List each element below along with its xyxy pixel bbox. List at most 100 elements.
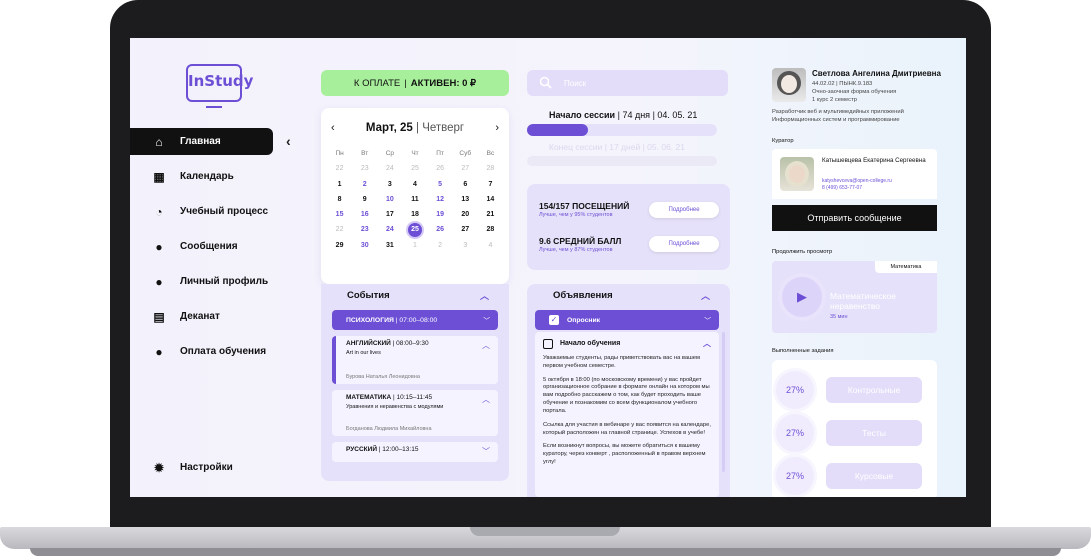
sidebar-item-label: Календарь: [180, 171, 234, 182]
announcements-header[interactable]: Объявления ︿: [527, 284, 730, 306]
calendar-day[interactable]: 24: [377, 222, 402, 237]
calendar-day[interactable]: 26: [428, 161, 453, 176]
chevron-up-icon[interactable]: ︿: [482, 394, 490, 405]
task-button[interactable]: Контрольные: [826, 377, 922, 403]
calendar-day[interactable]: 1: [327, 177, 352, 192]
chevron-up-icon[interactable]: ︿: [703, 338, 711, 349]
completed-tasks-card: 27% Контрольные 27% Тесты 27% Курсовые: [772, 360, 937, 497]
announcement-active[interactable]: ✓ Опросник ﹀: [535, 310, 719, 330]
calendar-day[interactable]: 14: [478, 192, 503, 207]
curator-phone[interactable]: 8 (499) 653-77-07: [822, 185, 892, 192]
calendar-day[interactable]: 25: [402, 222, 427, 238]
gpa-more-button[interactable]: Подробнее: [649, 236, 719, 252]
task-button[interactable]: Курсовые: [826, 463, 922, 489]
task-button[interactable]: Тесты: [826, 420, 922, 446]
calendar-day[interactable]: 13: [453, 192, 478, 207]
calendar-day[interactable]: 21: [478, 207, 503, 222]
calendar-day[interactable]: 31: [377, 238, 402, 253]
payment-status-button[interactable]: К ОПЛАТЕ | АКТИВЕН: 0 ₽: [321, 70, 509, 96]
chevron-down-icon[interactable]: ﹀: [483, 315, 490, 325]
sidebar-item-0[interactable]: ⌂ Главная: [130, 128, 273, 155]
event-card[interactable]: АНГЛИЙСКИЙ | 08:00–9:30 Art in our lives…: [332, 336, 498, 384]
event-card[interactable]: МАТЕМАТИКА | 10:15–11:45 Уравнения и нер…: [332, 390, 498, 436]
chevron-up-icon[interactable]: ︿: [482, 340, 490, 351]
gear-icon: ✹: [153, 460, 165, 475]
sidebar-item-3[interactable]: ● Сообщения: [130, 233, 290, 260]
calendar-day-number: 31: [385, 241, 394, 249]
calendar-day[interactable]: 7: [478, 177, 503, 192]
scrollbar[interactable]: [722, 332, 725, 472]
calendar-next-button[interactable]: ›: [495, 122, 499, 134]
progress-ring-icon: ◔: [155, 204, 163, 219]
events-header[interactable]: События ︿: [321, 284, 509, 306]
chevron-down-icon[interactable]: ﹀: [482, 446, 490, 457]
continue-video-card[interactable]: Математика ▶ Математическое неравенство …: [772, 261, 937, 333]
send-message-button[interactable]: Отправить сообщение: [772, 205, 937, 231]
calendar-day[interactable]: 3: [377, 177, 402, 192]
calendar-day[interactable]: 28: [478, 161, 503, 176]
curator-email[interactable]: katyshevceva@open-college.ru: [822, 178, 892, 185]
session-progress-bar: [527, 124, 717, 136]
chevron-up-icon[interactable]: ︿: [480, 289, 489, 302]
calendar-day[interactable]: 20: [453, 207, 478, 222]
calendar-day[interactable]: 19: [428, 207, 453, 222]
calendar-day[interactable]: 22: [327, 222, 352, 237]
calendar-day[interactable]: 4: [478, 238, 503, 253]
calendar-day[interactable]: 9: [352, 192, 377, 207]
calendar-day[interactable]: 30: [352, 238, 377, 253]
calendar-day[interactable]: 10: [377, 192, 402, 207]
announcement-active-label: Опросник: [567, 316, 601, 324]
calendar-day[interactable]: 27: [453, 161, 478, 176]
calendar-day[interactable]: 16: [352, 207, 377, 222]
chevron-up-icon[interactable]: ︿: [701, 289, 710, 302]
calendar-day[interactable]: 22: [327, 161, 352, 176]
calendar-icon: ▦: [153, 169, 165, 184]
sidebar-item-settings[interactable]: ✹ Настройки: [130, 454, 233, 481]
search-input[interactable]: Поиск: [527, 70, 728, 96]
message-icon: ●: [155, 239, 163, 254]
calendar-day[interactable]: 5: [428, 177, 453, 192]
sidebar-item-6[interactable]: ● Оплата обучения: [130, 338, 290, 365]
calendar-day[interactable]: 18: [402, 207, 427, 222]
calendar-prev-button[interactable]: ‹: [331, 122, 335, 134]
calendar-day[interactable]: 4: [402, 177, 427, 192]
checkbox[interactable]: [543, 338, 553, 349]
sidebar-item-2[interactable]: ◔ Учебный процесс: [130, 198, 290, 225]
calendar-day[interactable]: 24: [377, 161, 402, 176]
sidebar-item-label: Главная: [180, 136, 221, 147]
collapse-sidebar-button[interactable]: ‹: [286, 133, 304, 151]
laptop-frame: InStudy ⌂ Главная ▦ Календарь ◔ Учебный проце…: [0, 0, 1091, 560]
laptop-base-shadow: [30, 548, 1061, 556]
calendar-day[interactable]: 3: [453, 238, 478, 253]
calendar-day[interactable]: 12: [428, 192, 453, 207]
attendance-more-button[interactable]: Подробнее: [649, 202, 719, 218]
calendar-day[interactable]: 25: [402, 161, 427, 176]
event-card[interactable]: РУССКИЙ | 12:00–13:15 ﹀: [332, 442, 498, 462]
checkbox-checked-icon[interactable]: ✓: [549, 315, 559, 325]
play-icon[interactable]: ▶: [782, 277, 822, 317]
calendar-day[interactable]: 2: [352, 177, 377, 192]
calendar-day[interactable]: 15: [327, 207, 352, 222]
profile-avatar[interactable]: [772, 68, 806, 102]
calendar-day[interactable]: 28: [478, 222, 503, 237]
calendar-day[interactable]: 6: [453, 177, 478, 192]
calendar-day[interactable]: 27: [453, 222, 478, 237]
calendar-day[interactable]: 17: [377, 207, 402, 222]
calendar-day[interactable]: 2: [428, 238, 453, 253]
instudy-logo[interactable]: InStudy: [186, 64, 253, 108]
chevron-down-icon[interactable]: ﹀: [704, 315, 711, 325]
calendar-day-number: 18: [411, 211, 419, 219]
sidebar-item-1[interactable]: ▦ Календарь: [130, 163, 290, 190]
calendar-day[interactable]: 26: [428, 222, 453, 237]
calendar-day[interactable]: 23: [352, 161, 377, 176]
calendar-day[interactable]: 23: [352, 222, 377, 237]
sidebar: InStudy ⌂ Главная ▦ Календарь ◔ Учебный проце…: [130, 38, 290, 497]
sidebar-item-5[interactable]: ▤ Деканат: [130, 303, 290, 330]
calendar-day[interactable]: 29: [327, 238, 352, 253]
calendar-day[interactable]: 11: [402, 192, 427, 207]
calendar-day[interactable]: 8: [327, 192, 352, 207]
calendar-day-number: 4: [413, 180, 417, 188]
sidebar-item-4[interactable]: ● Личный профиль: [130, 268, 290, 295]
event-item-active[interactable]: ПСИХОЛОГИЯ | 07:00–08:00 ﹀: [332, 310, 498, 330]
calendar-day[interactable]: 1: [402, 238, 427, 253]
